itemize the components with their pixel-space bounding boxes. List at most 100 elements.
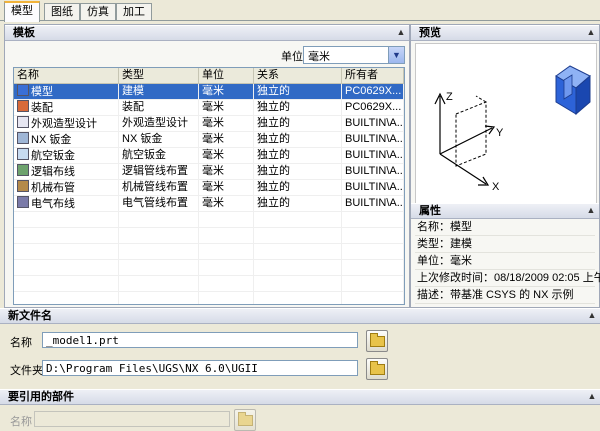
column-header-relationship[interactable]: 关系 [254,68,342,83]
browse-folder-button[interactable] [366,358,388,380]
template-units-cell: 毫米 [199,164,254,179]
preview-image: Z Y X [415,43,597,205]
table-row[interactable]: 模型 建模 毫米 独立的 PC0629X... [14,84,404,100]
tab-drawing[interactable]: 图纸 [44,3,80,20]
template-owner-cell: BUILTIN\A... [342,132,404,147]
folder-input[interactable]: D:\Program Files\UGS\NX 6.0\UGII [42,360,358,376]
empty-cell [254,244,342,259]
empty-table-row [14,292,404,304]
collapse-icon[interactable]: ▲ [587,310,597,320]
filename-label: 名称 [10,337,32,349]
cell-text: 独立的 [257,133,290,145]
template-owner-cell: BUILTIN\A... [342,180,404,195]
empty-table-row [14,228,404,244]
templates-header[interactable]: 模板 ▲ [5,25,409,41]
property-value: 毫米 [450,255,472,267]
property-value: 带基准 CSYS 的 NX 示例 [450,289,574,301]
collapse-icon[interactable]: ▲ [396,27,406,37]
collapse-icon[interactable]: ▲ [586,27,596,37]
cell-text: 机械布管 [31,182,75,194]
cell-text: 独立的 [257,149,290,161]
tab-manufacturing[interactable]: 加工 [116,3,152,20]
tab-simulation[interactable]: 仿真 [80,3,116,20]
cell-text: 机械管线布置 [122,181,188,193]
cell-text: PC0629X... [345,101,402,113]
cell-text: 装配 [31,102,53,114]
column-header-name[interactable]: 名称 [14,68,119,83]
empty-cell [199,228,254,243]
cell-text: NX 钣金 [31,134,72,146]
empty-cell [342,244,404,259]
template-units-cell: 毫米 [199,148,254,163]
template-relationship-cell: 独立的 [254,100,342,115]
cell-text: PC0629X... [345,85,402,97]
empty-cell [254,260,342,275]
column-header-type[interactable]: 类型 [119,68,199,83]
property-value: 建模 [450,238,472,250]
table-row[interactable]: 装配 装配 毫米 独立的 PC0629X... [14,100,404,116]
folder-icon [370,361,385,375]
modeling-cube-icon [555,65,591,116]
table-row[interactable]: 外观造型设计 外观造型设计 毫米 独立的 BUILTIN\A... [14,116,404,132]
empty-cell [119,276,199,291]
cell-text: 独立的 [257,85,290,97]
empty-cell [199,260,254,275]
filename-input[interactable]: _model1.prt [42,332,358,348]
empty-table-row [14,212,404,228]
cell-text: 独立的 [257,117,290,129]
collapse-icon[interactable]: ▲ [587,391,597,401]
cell-text: 毫米 [202,133,224,145]
unit-select[interactable]: 毫米 ▼ [303,46,405,64]
empty-cell [119,292,199,304]
property-row: 名称：模型 [415,219,595,236]
property-row: 上次修改时间：08/18/2009 02:05 上午 [415,270,600,287]
table-row[interactable]: 逻辑布线 逻辑管线布置 毫米 独立的 BUILTIN\A... [14,164,404,180]
cell-text: 建模 [122,85,144,97]
table-row[interactable]: 电气布线 电气管线布置 毫米 独立的 BUILTIN\A... [14,196,404,212]
tab-strip: 模型 图纸 仿真 加工 [0,0,600,22]
cell-text: 独立的 [257,165,290,177]
new-filename-title: 新文件名 [8,310,52,322]
tab-model[interactable]: 模型 [4,1,40,22]
column-header-units[interactable]: 单位 [199,68,254,83]
table-row[interactable]: 机械布管 机械管线布置 毫米 独立的 BUILTIN\A... [14,180,404,196]
folder-icon [370,333,385,347]
empty-cell [14,292,119,304]
browse-file-button[interactable] [366,330,388,352]
property-key: 名称： [417,221,450,233]
preview-header[interactable]: 预览 ▲ [411,25,599,41]
templates-table: 名称 类型 单位 关系 所有者 模型 建模 毫米 独立的 PC0629X... 装配 装配毫… [13,67,405,305]
table-row[interactable]: NX 钣金 NX 钣金 毫米 独立的 BUILTIN\A... [14,132,404,148]
template-type-cell: 航空钣金 [119,148,199,163]
template-type-cell: NX 钣金 [119,132,199,147]
cell-text: BUILTIN\A... [345,133,404,145]
empty-cell [14,276,119,291]
template-name-cell: 逻辑布线 [14,164,119,179]
template-type-cell: 外观造型设计 [119,116,199,131]
template-owner-cell: PC0629X... [342,84,404,99]
template-name-cell: 机械布管 [14,180,119,195]
preview-panel: 预览 ▲ Z Y X 属性 ▲ 名称：模型 类型：建模 单位：毫米 上次修改时间… [410,24,600,308]
browse-reference-button [234,409,256,431]
cell-text: NX 钣金 [122,133,163,145]
new-filename-header[interactable]: 新文件名 ▲ [0,308,600,324]
cell-text: 毫米 [202,197,224,209]
collapse-icon[interactable]: ▲ [586,205,596,215]
table-row[interactable]: 航空钣金 航空钣金 毫米 独立的 BUILTIN\A... [14,148,404,164]
reference-part-header[interactable]: 要引用的部件 ▲ [0,389,600,405]
cell-text: BUILTIN\A... [345,149,404,161]
template-relationship-cell: 独立的 [254,132,342,147]
column-header-owner[interactable]: 所有者 [342,68,404,83]
chevron-down-icon[interactable]: ▼ [388,47,404,63]
cell-text: 电气布线 [31,198,75,210]
empty-cell [199,292,254,304]
template-owner-cell: BUILTIN\A... [342,164,404,179]
cell-text: 模型 [31,86,53,98]
empty-cell [14,244,119,259]
template-name-cell: NX 钣金 [14,132,119,147]
properties-header[interactable]: 属性 ▲ [411,203,599,219]
logical-routing-icon [17,164,29,176]
property-row: 类型：建模 [415,236,595,253]
template-name-cell: 航空钣金 [14,148,119,163]
empty-cell [14,228,119,243]
